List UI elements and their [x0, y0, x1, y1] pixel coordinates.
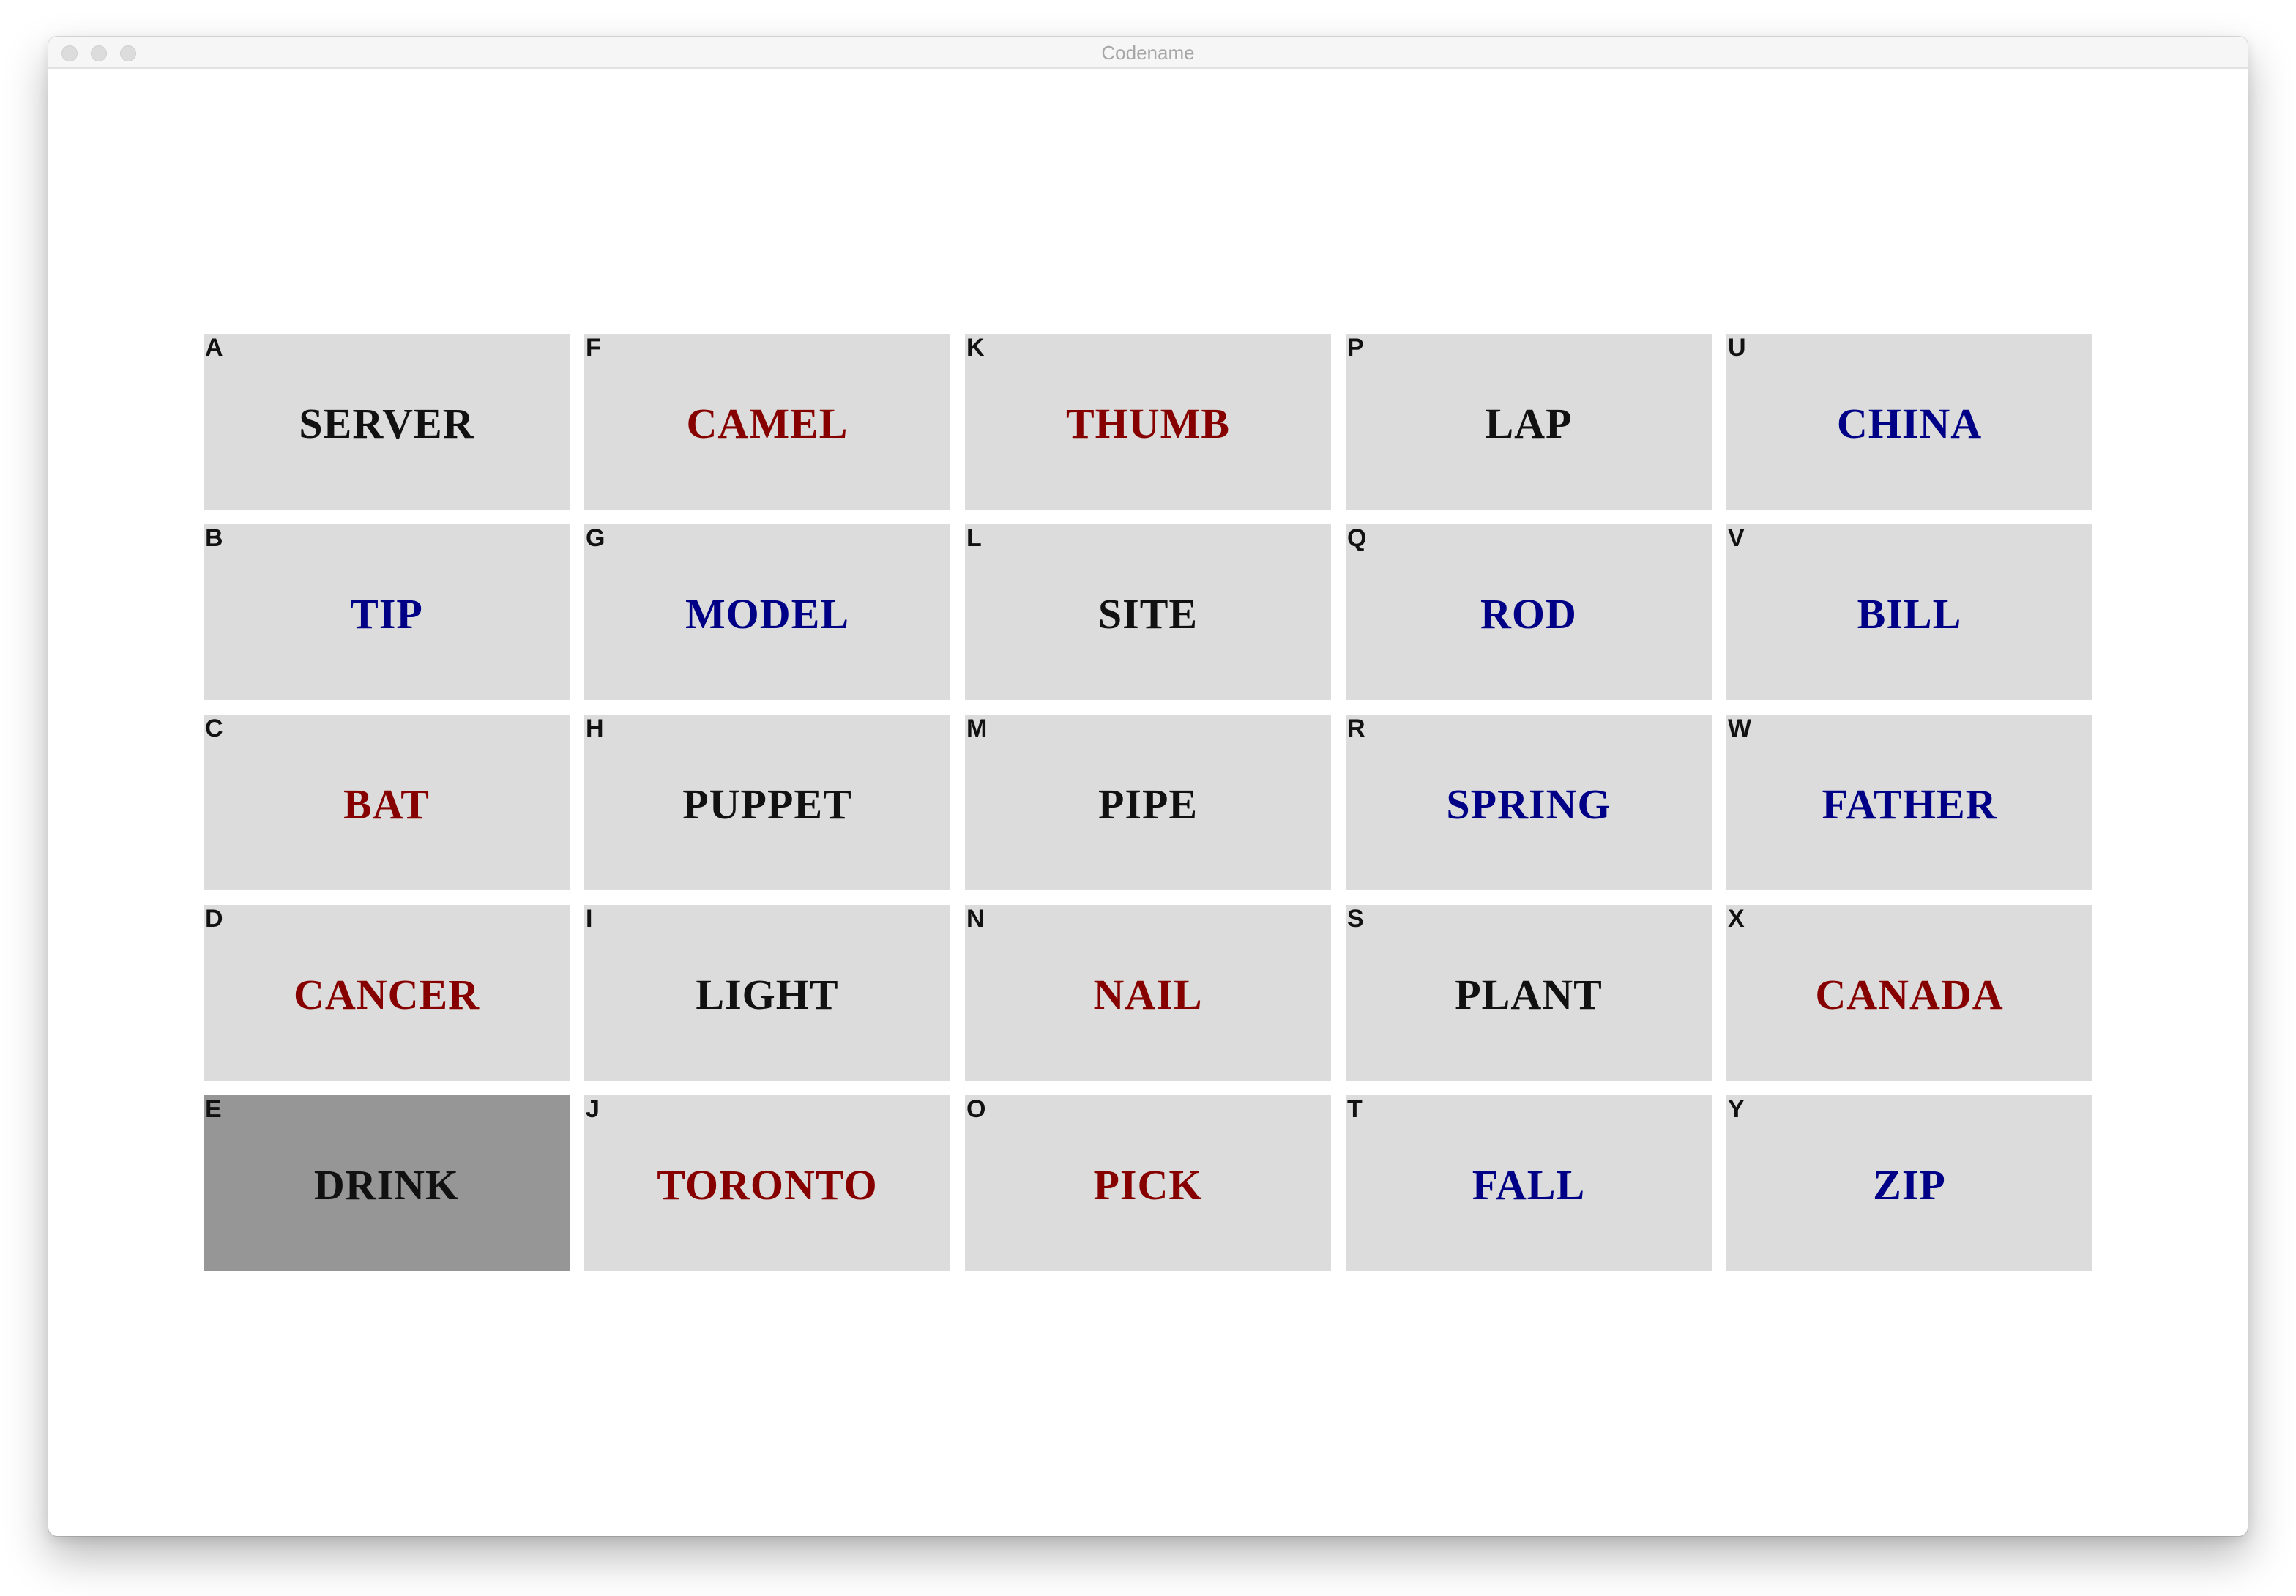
card-fall[interactable]: T FALL [1346, 1095, 1712, 1271]
card-word: THUMB [1065, 399, 1231, 447]
card-cancer[interactable]: D CANCER [204, 905, 570, 1081]
card-father[interactable]: W FATHER [1726, 715, 2092, 890]
card-word: PUPPET [682, 780, 852, 828]
card-pick[interactable]: O PICK [965, 1095, 1331, 1271]
card-lap[interactable]: P LAP [1346, 334, 1712, 510]
card-camel[interactable]: F CAMEL [584, 334, 950, 510]
card-word: TORONTO [657, 1160, 878, 1209]
title-bar[interactable]: Codename [48, 37, 2248, 69]
card-puppet[interactable]: H PUPPET [584, 715, 950, 890]
window-title: Codename [1101, 42, 1195, 64]
card-word: CAMEL [686, 399, 849, 447]
card-china[interactable]: U CHINA [1726, 334, 2092, 510]
card-word: PICK [1093, 1160, 1203, 1209]
card-site[interactable]: L SITE [965, 524, 1331, 700]
card-server[interactable]: A SERVER [204, 334, 570, 510]
card-canada[interactable]: X CANADA [1726, 905, 2092, 1081]
card-model[interactable]: G MODEL [584, 524, 950, 700]
card-word: PIPE [1097, 780, 1199, 828]
card-toronto[interactable]: J TORONTO [584, 1095, 950, 1271]
card-word: CANADA [1815, 970, 2004, 1018]
card-word: SERVER [299, 399, 474, 447]
card-word: SPRING [1446, 780, 1611, 828]
card-tip[interactable]: B TIP [204, 524, 570, 700]
card-word: MODEL [685, 589, 850, 638]
card-word: CHINA [1836, 399, 1983, 447]
card-thumb[interactable]: K THUMB [965, 334, 1331, 510]
card-word: NAIL [1093, 970, 1203, 1018]
card-drink[interactable]: E DRINK [204, 1095, 570, 1271]
card-word: FALL [1472, 1160, 1586, 1209]
card-word: PLANT [1455, 970, 1603, 1018]
card-light[interactable]: I LIGHT [584, 905, 950, 1081]
card-pipe[interactable]: M PIPE [965, 715, 1331, 890]
card-grid: A SERVER F CAMEL K THUMB P LAP U CHINA B TIP G MODEL L… [204, 334, 2092, 1271]
card-word: SITE [1097, 589, 1199, 638]
app-window: Codename A SERVER F CAMEL K THUMB P LAP U CHINA B T… [48, 37, 2248, 1536]
card-word: CANCER [293, 970, 480, 1018]
card-word: BAT [343, 780, 430, 828]
card-word: TIP [350, 589, 423, 638]
card-word: ZIP [1873, 1160, 1946, 1209]
card-plant[interactable]: S PLANT [1346, 905, 1712, 1081]
card-word: LIGHT [696, 970, 839, 1018]
card-rod[interactable]: Q ROD [1346, 524, 1712, 700]
card-zip[interactable]: Y ZIP [1726, 1095, 2092, 1271]
card-word: ROD [1480, 589, 1577, 638]
card-nail[interactable]: N NAIL [965, 905, 1331, 1081]
card-bill[interactable]: V BILL [1726, 524, 2092, 700]
card-word: LAP [1485, 399, 1573, 447]
card-word: BILL [1857, 589, 1962, 638]
card-bat[interactable]: C BAT [204, 715, 570, 890]
card-spring[interactable]: R SPRING [1346, 715, 1712, 890]
card-word: FATHER [1822, 780, 1997, 828]
card-word: DRINK [313, 1160, 460, 1209]
